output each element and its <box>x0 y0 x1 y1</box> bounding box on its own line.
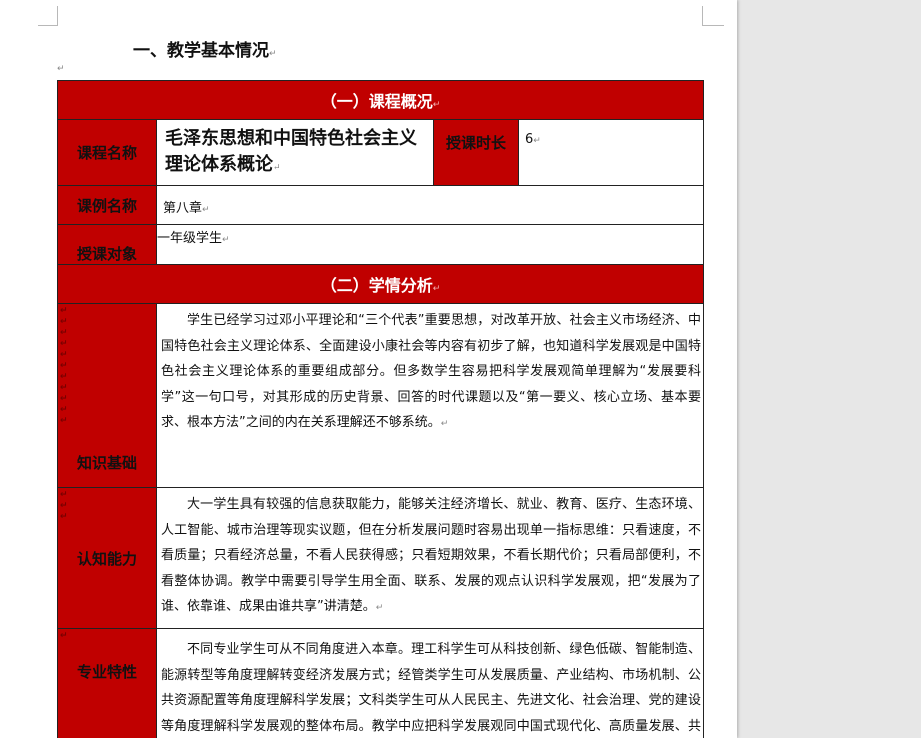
audience-value[interactable]: 一年级学生↵ <box>156 224 704 265</box>
paragraph-mark-icon: ↵ <box>269 49 277 59</box>
paragraph-mark-icon: ↵ <box>440 419 449 429</box>
label-duration: 授课时长 <box>433 119 519 186</box>
paragraph-mark-icon: ↵ <box>432 284 441 294</box>
document-page: 一、教学基本情况↵ ↵ （一）课程概况↵ 课程名称 毛泽东思想和中国特色社会主义… <box>0 0 737 738</box>
label-case-name: 课例名称 <box>57 185 157 225</box>
section-header-student-analysis: （二）学情分析↵ <box>57 264 704 304</box>
paragraph-marks: ↵ ↵ ↵ <box>60 490 68 522</box>
cognitive-ability-text[interactable]: 大一学生具有较强的信息获取能力，能够关注经济增长、就业、教育、医疗、生态环境、人… <box>156 487 704 629</box>
margin-corner-mark <box>702 6 724 26</box>
label-audience: 授课对象 <box>57 224 157 265</box>
paragraph-mark-icon: ↵ <box>533 136 541 146</box>
section-heading[interactable]: 一、教学基本情况↵ <box>133 36 277 61</box>
duration-value[interactable]: 6↵ <box>518 119 704 186</box>
paragraph-mark-icon: ↵ <box>432 100 441 110</box>
knowledge-base-text[interactable]: 学生已经学习过邓小平理论和“三个代表”重要思想，对改革开放、社会主义市场经济、中… <box>156 303 704 488</box>
label-knowledge-base: ↵ ↵ ↵ ↵ ↵ ↵ ↵ ↵ ↵ ↵ ↵ 知识基础 <box>57 303 157 488</box>
section-header-course-overview: （一）课程概况↵ <box>57 80 704 120</box>
paragraph-mark-icon: ↵ <box>202 205 210 215</box>
label-cognitive-ability: ↵ ↵ ↵ 认知能力 <box>57 487 157 629</box>
paragraph-mark-icon: ↵ <box>57 64 65 74</box>
paragraph-marks: ↵ ↵ ↵ ↵ ↵ ↵ ↵ ↵ ↵ ↵ ↵ <box>60 306 68 426</box>
paragraph-marks: ↵ <box>60 631 68 641</box>
paragraph-mark-icon: ↵ <box>375 603 384 613</box>
paragraph-mark-icon: ↵ <box>273 163 281 173</box>
label-major-features: ↵ 专业特性 <box>57 628 157 738</box>
margin-corner-mark <box>38 6 58 26</box>
label-course-name: 课程名称 <box>57 119 157 186</box>
course-name-value[interactable]: 毛泽东思想和中国特色社会主义理论体系概论↵ <box>156 119 434 186</box>
major-features-text[interactable]: 不同专业学生可从不同角度进入本章。理工科学生可从科技创新、绿色低碳、智能制造、能… <box>156 628 704 738</box>
teaching-info-table: （一）课程概况↵ 课程名称 毛泽东思想和中国特色社会主义理论体系概论↵ 授课时长… <box>57 80 704 738</box>
case-name-value[interactable]: 第八章↵ <box>156 185 704 225</box>
paragraph-mark-icon: ↵ <box>222 235 230 245</box>
